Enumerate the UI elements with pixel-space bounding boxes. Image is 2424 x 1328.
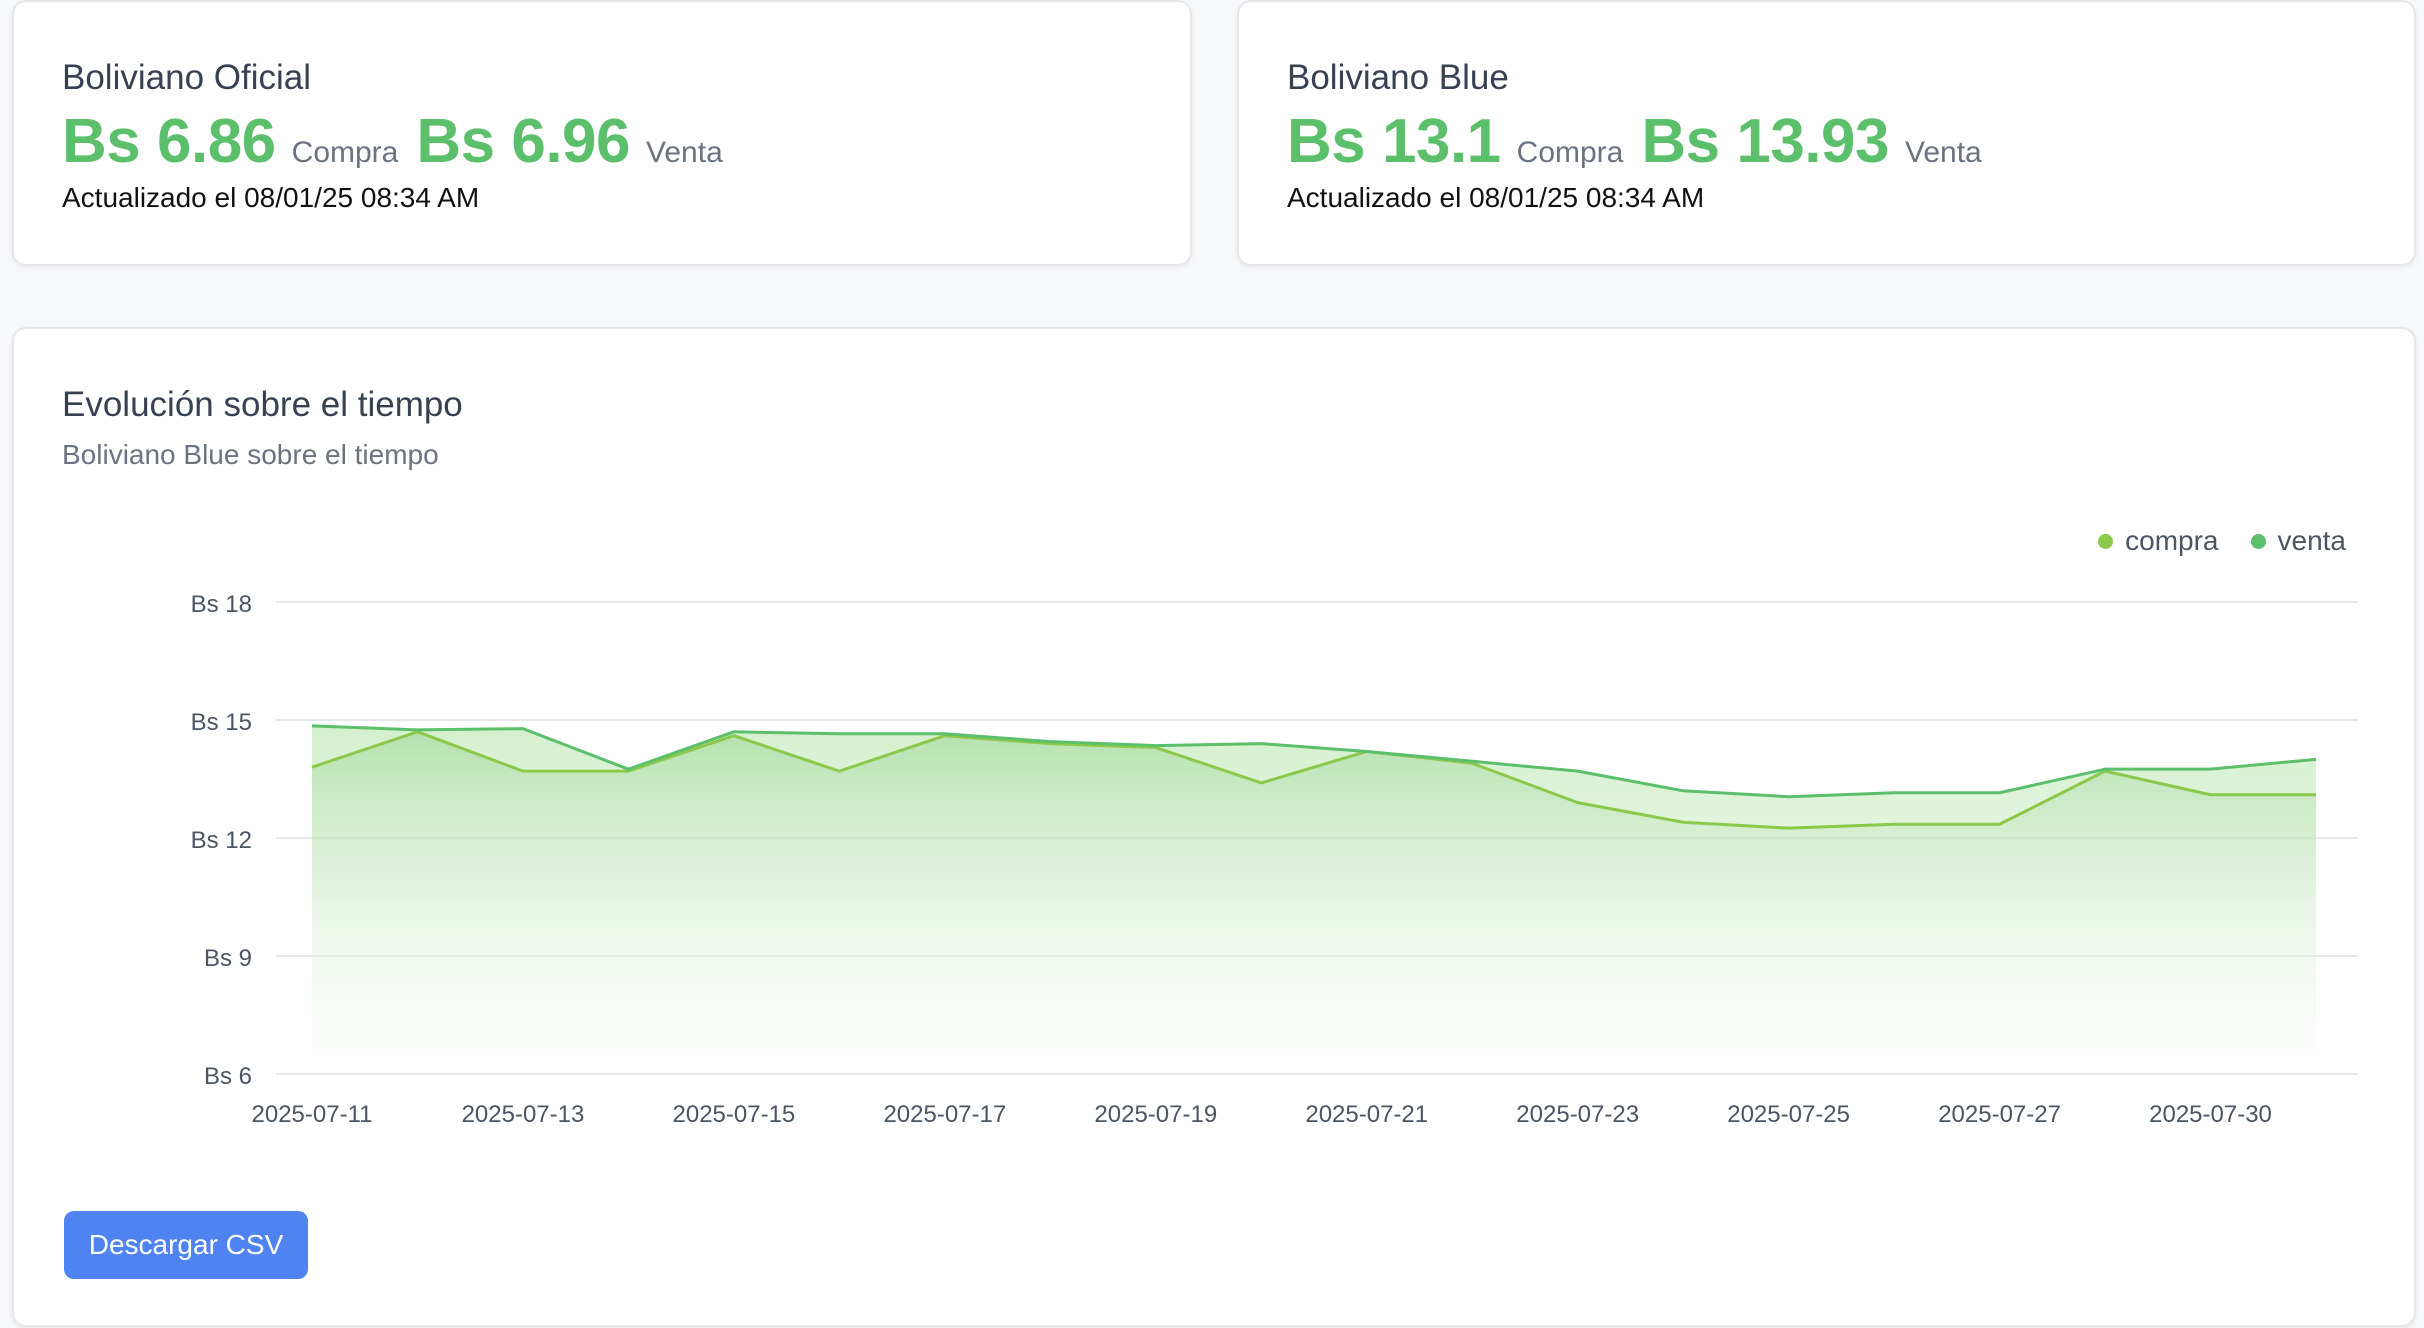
x-tick-label: 2025-07-19 [1094, 1101, 1217, 1128]
blue-updated-text: Actualizado el 08/01/25 08:34 AM [1287, 182, 1705, 213]
y-tick-label: Bs 18 [191, 591, 252, 618]
download-csv-button[interactable]: Descargar CSV [64, 1211, 308, 1279]
x-tick-label: 2025-07-15 [673, 1101, 796, 1128]
compra-point[interactable] [1890, 820, 1898, 828]
venta-point[interactable] [1363, 747, 1371, 755]
venta-point[interactable] [1785, 793, 1793, 801]
compra-point[interactable] [1996, 820, 2004, 828]
oficial-venta-value: Bs 6.96 [416, 107, 631, 176]
venta-point[interactable] [941, 730, 949, 738]
x-tick-label: 2025-07-25 [1727, 1101, 1850, 1128]
compra-point[interactable] [519, 767, 527, 775]
chart-areas [312, 725, 2316, 1052]
compra-point[interactable] [1257, 779, 1265, 787]
y-tick-label: Bs 6 [204, 1063, 252, 1090]
venta-point[interactable] [2312, 755, 2320, 763]
compra-point[interactable] [2312, 791, 2320, 799]
compra-point[interactable] [1679, 818, 1687, 826]
venta-point[interactable] [2101, 765, 2109, 773]
oficial-compra-label: Compra [291, 136, 399, 169]
venta-point[interactable] [1679, 787, 1687, 795]
y-axis: Bs 18 Bs 15 Bs 12 Bs 9 Bs 6 [191, 591, 252, 1090]
compra-point[interactable] [2207, 791, 2215, 799]
x-tick-label: 2025-07-21 [1305, 1101, 1428, 1128]
compra-area [312, 731, 2316, 1052]
venta-point[interactable] [308, 722, 316, 730]
venta-point[interactable] [1152, 742, 1160, 750]
compra-point[interactable] [1574, 799, 1582, 807]
x-tick-label: 2025-07-27 [1938, 1101, 2061, 1128]
x-tick-label: 2025-07-30 [2149, 1101, 2272, 1128]
venta-point[interactable] [1468, 757, 1476, 765]
venta-point[interactable] [1046, 738, 1054, 746]
x-tick-label: 2025-07-11 [252, 1101, 373, 1128]
blue-venta-label: Venta [1905, 136, 1982, 169]
y-tick-label: Bs 12 [191, 827, 252, 854]
venta-point[interactable] [1890, 789, 1898, 797]
compra-point[interactable] [1785, 824, 1793, 832]
y-tick-label: Bs 9 [204, 945, 252, 972]
venta-point[interactable] [1996, 789, 2004, 797]
venta-point[interactable] [519, 725, 527, 733]
blue-rate-row: Bs 13.1 Compra Bs 13.93 Venta [1287, 106, 2000, 177]
blue-compra-value: Bs 13.1 [1287, 107, 1501, 176]
oficial-venta-label: Venta [646, 136, 723, 169]
x-tick-label: 2025-07-17 [883, 1101, 1006, 1128]
venta-point[interactable] [1574, 767, 1582, 775]
x-tick-label: 2025-07-23 [1516, 1101, 1639, 1128]
line-chart: Bs 18Bs 15Bs 12Bs 9Bs 6 2025-07-11 2025-0… [191, 591, 2358, 1128]
blue-rate-card: Boliviano Blue Bs 13.1 Compra Bs 13.93 V… [1237, 0, 2416, 266]
oficial-compra-value: Bs 6.86 [62, 107, 276, 176]
oficial-updated-text: Actualizado el 08/01/25 08:34 AM [62, 182, 480, 213]
venta-point[interactable] [835, 730, 843, 738]
blue-venta-value: Bs 13.93 [1641, 107, 1889, 176]
oficial-rate-card: Boliviano Oficial Bs 6.86 Compra Bs 6.96… [12, 0, 1192, 266]
oficial-title: Boliviano Oficial [62, 58, 311, 97]
compra-point[interactable] [835, 767, 843, 775]
y-tick-label: Bs 15 [191, 709, 252, 736]
venta-point[interactable] [624, 765, 632, 773]
x-axis: 2025-07-11 2025-07-13 2025-07-15 2025-07-17… [252, 1101, 2272, 1128]
venta-point[interactable] [413, 726, 421, 734]
oficial-rate-row: Bs 6.86 Compra Bs 6.96 Venta [62, 106, 741, 177]
venta-point[interactable] [730, 728, 738, 736]
compra-point[interactable] [308, 763, 316, 771]
blue-title: Boliviano Blue [1287, 58, 1509, 97]
venta-point[interactable] [1257, 740, 1265, 748]
blue-compra-label: Compra [1516, 136, 1624, 169]
x-tick-label: 2025-07-13 [462, 1101, 585, 1128]
venta-point[interactable] [2207, 765, 2215, 773]
chart-card: Evolución sobre el tiempo Boliviano Blue… [12, 327, 2416, 1327]
